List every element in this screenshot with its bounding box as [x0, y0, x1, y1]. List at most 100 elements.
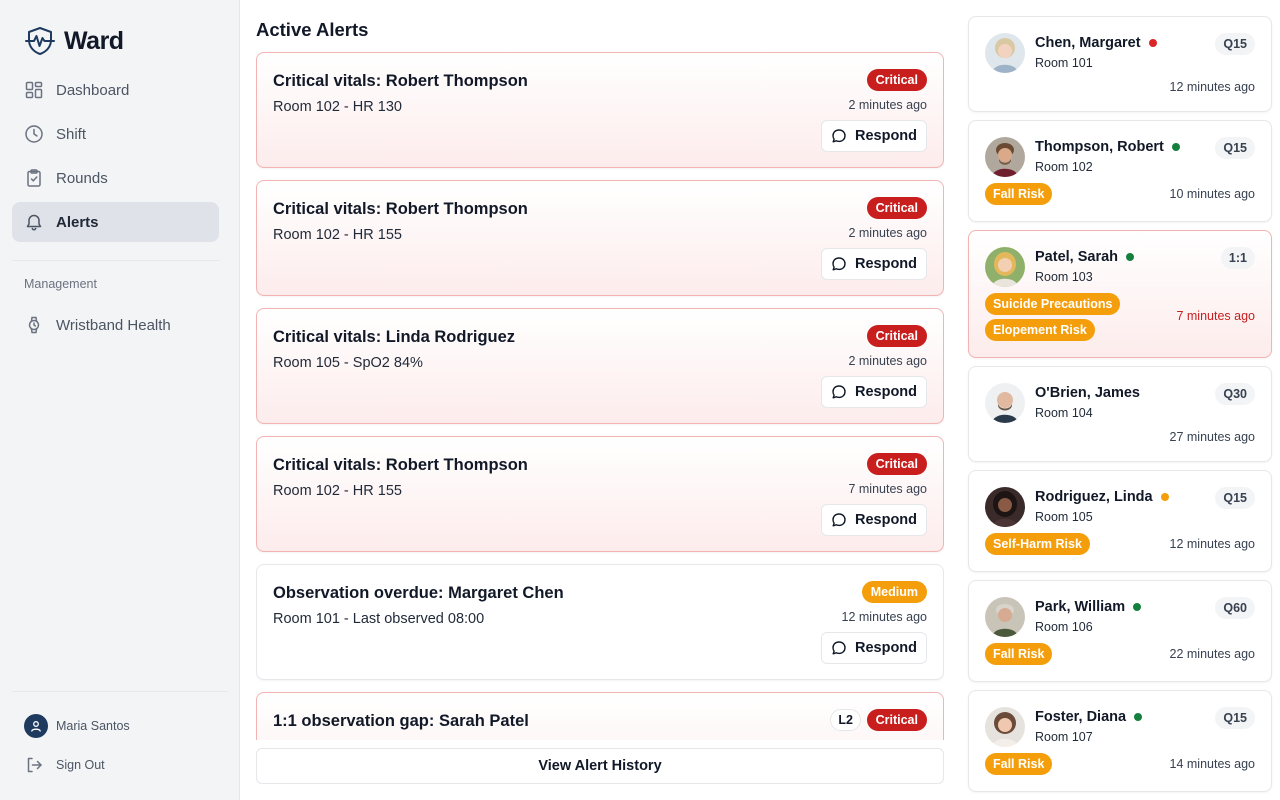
alert-detail: Room 102 - HR 155	[273, 483, 402, 499]
observation-frequency-badge: Q60	[1215, 597, 1255, 619]
last-observed-time: 7 minutes ago	[1176, 309, 1255, 323]
patient-avatar	[985, 137, 1025, 177]
status-dot	[1160, 493, 1169, 501]
alert-card: Critical vitals: Linda Rodriguez Room 10…	[256, 308, 944, 424]
observation-frequency-badge: Q15	[1215, 137, 1255, 159]
sign-out-button[interactable]: Sign Out	[24, 755, 105, 775]
patient-avatar	[985, 597, 1025, 637]
last-observed-time: 14 minutes ago	[1169, 757, 1255, 771]
alert-card: Critical vitals: Robert Thompson Room 10…	[256, 180, 944, 296]
sidebar-item-label: Alerts	[56, 213, 99, 231]
patient-room: Room 101	[1035, 56, 1093, 70]
sidebar-item-rounds[interactable]: Rounds	[12, 158, 219, 198]
message-circle-icon	[832, 641, 846, 655]
patient-name-row: Park, William	[1035, 599, 1142, 615]
patient-card[interactable]: Patel, Sarah Room 103 1:1 Suicide Precau…	[968, 230, 1272, 358]
risk-tag: Suicide Precautions	[985, 293, 1121, 315]
patient-name-row: Foster, Diana	[1035, 709, 1143, 725]
respond-label: Respond	[854, 512, 918, 528]
patient-card[interactable]: Rodriguez, Linda Room 105 Q15 Self-Harm …	[968, 470, 1272, 572]
risk-tag: Fall Risk	[985, 643, 1053, 665]
patient-name-row: Rodriguez, Linda	[1035, 489, 1169, 505]
respond-label: Respond	[854, 128, 918, 144]
user-avatar	[24, 714, 48, 738]
sidebar-item-label: Shift	[56, 125, 87, 143]
patient-card[interactable]: Chen, Margaret Room 101 Q15 12 minutes a…	[968, 16, 1272, 112]
patient-avatar	[985, 383, 1025, 423]
patient-avatar	[985, 487, 1025, 527]
sign-out-icon	[27, 757, 42, 773]
sidebar-item-wristband-health[interactable]: Wristband Health	[12, 305, 219, 345]
alert-card: Critical vitals: Robert Thompson Room 10…	[256, 436, 944, 552]
page-title: Active Alerts	[256, 19, 369, 40]
patient-card[interactable]: O'Brien, James Room 104 Q30 27 minutes a…	[968, 366, 1272, 462]
last-observed-time: 12 minutes ago	[1169, 537, 1255, 551]
main-nav: Dashboard Shift Rounds Alerts	[12, 70, 219, 246]
respond-button[interactable]: Respond	[821, 120, 927, 152]
status-dot	[1126, 253, 1135, 261]
last-observed-time: 22 minutes ago	[1169, 647, 1255, 661]
patient-name: Thompson, Robert	[1035, 139, 1164, 155]
respond-button[interactable]: Respond	[821, 504, 927, 536]
patient-avatar	[985, 707, 1025, 747]
message-circle-icon	[832, 385, 846, 399]
alert-title: Observation overdue: Margaret Chen	[273, 584, 564, 602]
patient-card[interactable]: Thompson, Robert Room 102 Q15 Fall Risk …	[968, 120, 1272, 222]
sidebar: Ward Dashboard Shift Rounds Alerts Manag…	[0, 0, 240, 800]
sidebar-item-shift[interactable]: Shift	[12, 114, 219, 154]
patient-card[interactable]: Park, William Room 106 Q60 Fall Risk 22 …	[968, 580, 1272, 682]
patient-name-row: Thompson, Robert	[1035, 139, 1180, 155]
patient-name: Foster, Diana	[1035, 709, 1127, 725]
respond-label: Respond	[854, 256, 918, 272]
severity-badge: Critical	[866, 69, 927, 91]
patient-name-row: Patel, Sarah	[1035, 249, 1135, 265]
patient-room: Room 106	[1035, 620, 1093, 634]
severity-badge: Critical	[866, 709, 927, 731]
respond-button[interactable]: Respond	[821, 376, 927, 408]
alert-detail: Room 101 - Last observed 08:00	[273, 611, 485, 627]
alert-card: 1:1 observation gap: Sarah Patel L2 Crit…	[256, 692, 944, 740]
nav-divider	[12, 260, 220, 261]
alert-detail: Room 105 - SpO2 84%	[273, 355, 423, 371]
grid-icon	[25, 81, 43, 99]
observation-frequency-badge: Q15	[1215, 33, 1255, 55]
patient-room: Room 104	[1035, 406, 1093, 420]
observation-frequency-badge: 1:1	[1220, 247, 1255, 269]
level-badge: L2	[830, 709, 861, 731]
patient-name: Patel, Sarah	[1035, 249, 1119, 265]
sidebar-item-label: Rounds	[56, 169, 108, 187]
message-circle-icon	[832, 257, 846, 271]
alerts-list[interactable]: Critical vitals: Robert Thompson Room 10…	[256, 52, 944, 740]
view-alert-history-button[interactable]: View Alert History	[256, 748, 944, 784]
alert-time: 12 minutes ago	[841, 610, 927, 624]
current-user[interactable]: Maria Santos	[24, 714, 130, 738]
alert-time: 2 minutes ago	[848, 98, 927, 112]
user-name: Maria Santos	[56, 719, 130, 733]
observation-frequency-badge: Q30	[1215, 383, 1255, 405]
status-dot	[1134, 713, 1143, 721]
sidebar-item-alerts[interactable]: Alerts	[12, 202, 219, 242]
respond-button[interactable]: Respond	[821, 632, 927, 664]
patient-room: Room 102	[1035, 160, 1093, 174]
watch-icon	[28, 316, 40, 334]
patient-name-row: Chen, Margaret	[1035, 35, 1157, 51]
risk-tag: Fall Risk	[985, 183, 1053, 205]
patient-room: Room 103	[1035, 270, 1093, 284]
management-nav: Wristband Health	[12, 305, 219, 349]
risk-tag: Self-Harm Risk	[985, 533, 1090, 555]
clipboard-check-icon	[27, 169, 41, 187]
sidebar-item-label: Wristband Health	[56, 316, 171, 334]
alert-title: Critical vitals: Linda Rodriguez	[273, 328, 516, 346]
alert-card: Observation overdue: Margaret Chen Room …	[256, 564, 944, 680]
sidebar-item-dashboard[interactable]: Dashboard	[12, 70, 219, 110]
respond-button[interactable]: Respond	[821, 248, 927, 280]
app-name: Ward	[64, 26, 124, 55]
patient-card[interactable]: Foster, Diana Room 107 Q15 Fall Risk 14 …	[968, 690, 1272, 792]
alert-title: 1:1 observation gap: Sarah Patel	[273, 712, 529, 730]
observation-frequency-badge: Q15	[1215, 707, 1255, 729]
brand[interactable]: Ward	[24, 24, 124, 58]
sidebar-item-label: Dashboard	[56, 81, 130, 99]
shield-heartbeat-icon	[25, 27, 55, 55]
observation-frequency-badge: Q15	[1215, 487, 1255, 509]
section-label-management: Management	[24, 277, 97, 291]
